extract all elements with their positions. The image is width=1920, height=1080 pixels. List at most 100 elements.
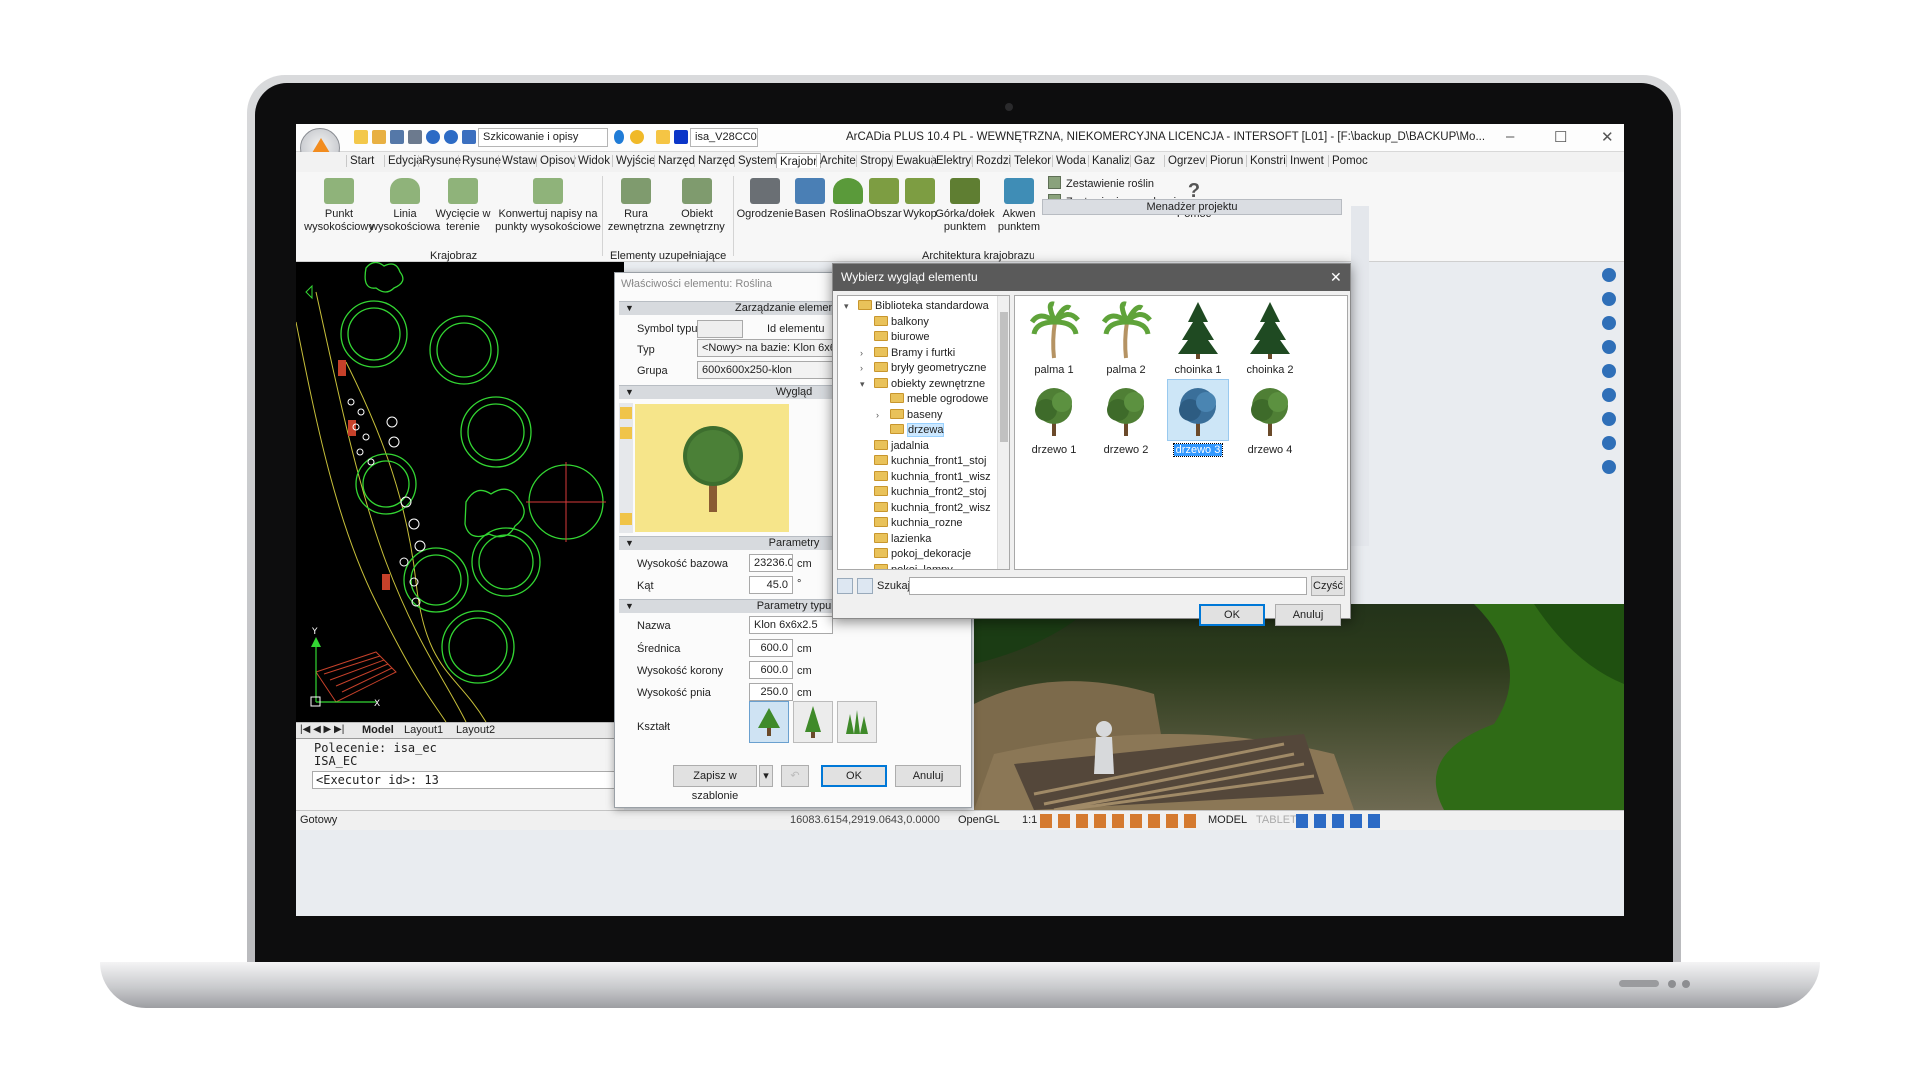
cad-drawing-area[interactable]: Y X bbox=[296, 262, 624, 722]
drafting-toggles[interactable] bbox=[1040, 814, 1200, 828]
clear-button[interactable]: Czyść bbox=[1311, 576, 1345, 596]
redo-icon[interactable] bbox=[444, 130, 458, 144]
gallery-item[interactable]: drzewo 2 bbox=[1091, 380, 1161, 456]
zoom-icon[interactable] bbox=[1602, 436, 1616, 450]
menu-item-21[interactable]: Gaz bbox=[1130, 155, 1158, 167]
shape-conical-option[interactable] bbox=[793, 701, 833, 743]
lock-icon[interactable] bbox=[656, 130, 670, 144]
category-tree[interactable]: ▾ Biblioteka standardowa balkony biurowe › Br… bbox=[837, 295, 1010, 570]
layer-combo[interactable]: isa_V28CC02 bbox=[690, 128, 758, 147]
tree-item[interactable]: bryły geometryczne bbox=[874, 362, 986, 374]
gallery-item[interactable]: palma 2 bbox=[1091, 300, 1161, 376]
zoom-icon[interactable] bbox=[1602, 364, 1616, 378]
tree-tool-icon[interactable] bbox=[857, 578, 873, 594]
search-input[interactable] bbox=[909, 577, 1307, 595]
menu-item-12[interactable]: Krajobr bbox=[776, 153, 822, 168]
save-template-button[interactable]: Zapisz w szablonie bbox=[673, 765, 757, 802]
tree-item[interactable]: biurowe bbox=[874, 331, 930, 343]
open-icon[interactable] bbox=[372, 130, 386, 144]
menu-item-14[interactable]: Stropy bbox=[856, 155, 896, 167]
tree-tool-icon[interactable] bbox=[837, 578, 853, 594]
menu-item-20[interactable]: Kanaliz bbox=[1088, 155, 1133, 167]
paint-icon[interactable] bbox=[620, 513, 632, 525]
workspace-gear-icon[interactable] bbox=[462, 130, 476, 144]
cancel-button[interactable]: Anuluj bbox=[1275, 604, 1341, 626]
tablet-toggle[interactable]: TABLET bbox=[1256, 814, 1297, 826]
zoom-icon[interactable] bbox=[1602, 460, 1616, 474]
gallery-item[interactable]: drzewo 1 bbox=[1019, 380, 1089, 456]
undo-icon[interactable] bbox=[426, 130, 440, 144]
zoom-icon[interactable] bbox=[1602, 292, 1616, 306]
type-field[interactable]: <Nowy> na bazie: Klon 6x6x2.5 bbox=[697, 339, 837, 357]
tree-item[interactable]: pokoj_dekoracje bbox=[874, 548, 971, 560]
gorka-dolek-button[interactable]: Górka/dołek punktem bbox=[934, 178, 996, 234]
menu-item-22[interactable]: Ogrzev bbox=[1164, 155, 1208, 167]
wyciecie-button[interactable]: Wycięcie w terenie bbox=[432, 178, 494, 234]
close-icon[interactable]: ✕ bbox=[1330, 269, 1342, 286]
expand-toggle[interactable]: › bbox=[860, 363, 863, 373]
gallery-item[interactable]: choinka 1 bbox=[1163, 300, 1233, 376]
base-height-input[interactable]: 23236.0 bbox=[749, 554, 793, 572]
tree-scrollbar[interactable] bbox=[997, 296, 1009, 569]
tree-item[interactable]: meble ogrodowe bbox=[890, 393, 988, 405]
gallery-item[interactable]: drzewo 3 bbox=[1163, 379, 1233, 457]
tree-item[interactable]: pokoj_lampy bbox=[874, 563, 953, 569]
tree-item[interactable]: drzewa bbox=[890, 423, 945, 437]
opengl-indicator[interactable]: OpenGL bbox=[958, 814, 1000, 826]
group-field[interactable]: 600x600x250-klon bbox=[697, 361, 837, 379]
tree-item[interactable]: kuchnia_front1_wisz bbox=[874, 470, 991, 483]
tree-item[interactable]: balkony bbox=[874, 315, 929, 328]
ok-button[interactable]: OK bbox=[1199, 604, 1265, 626]
print-icon[interactable] bbox=[408, 130, 422, 144]
close-button[interactable]: ✕ bbox=[1601, 128, 1614, 146]
diameter-input[interactable]: 600.0 bbox=[749, 639, 793, 657]
zoom-icon[interactable] bbox=[1602, 388, 1616, 402]
menu-item-17[interactable]: Rozdzi bbox=[972, 155, 1014, 167]
menu-item-5[interactable]: Wstaw bbox=[498, 155, 540, 167]
menu-item-13[interactable]: Archite bbox=[816, 155, 859, 167]
save-template-dropdown[interactable]: ▾ bbox=[759, 765, 773, 787]
tab-layout2[interactable]: Layout2 bbox=[456, 724, 495, 736]
model-space-toggle[interactable]: MODEL bbox=[1208, 814, 1247, 826]
expand-toggle[interactable]: › bbox=[876, 410, 879, 420]
menu-item-1[interactable]: Start bbox=[346, 155, 377, 167]
tree-item[interactable]: lazienka bbox=[874, 532, 931, 545]
rura-zewnetrzna-button[interactable]: Rura zewnętrzna bbox=[606, 178, 666, 234]
tree-item[interactable]: Bramy i furtki bbox=[874, 346, 955, 359]
punkt-wysokosciowy-button[interactable]: Punkt wysokościowy bbox=[304, 178, 374, 234]
command-input[interactable]: <Executor id>: 13 bbox=[312, 771, 622, 789]
tree-item[interactable]: kuchnia_front1_stoj bbox=[874, 455, 986, 467]
basen-button[interactable]: Basen bbox=[790, 178, 830, 221]
copy-icon[interactable] bbox=[620, 427, 632, 439]
project-manager-header[interactable]: Menadżer projektu bbox=[1042, 199, 1342, 215]
tree-item[interactable]: kuchnia_rozne bbox=[874, 517, 963, 529]
menu-item-8[interactable]: Wyjście bbox=[612, 155, 659, 167]
tab-model[interactable]: Model bbox=[362, 724, 394, 736]
menu-item-9[interactable]: Narzęd bbox=[654, 155, 698, 167]
folder-icon[interactable] bbox=[620, 407, 632, 419]
menu-item-26[interactable]: Pomoc bbox=[1328, 155, 1371, 167]
symbol-field[interactable] bbox=[697, 320, 743, 338]
menu-item-7[interactable]: Widok bbox=[574, 155, 613, 167]
ogrodzenie-button[interactable]: Ogrodzenie bbox=[736, 178, 794, 221]
sun-icon[interactable] bbox=[630, 130, 644, 144]
appearance-gallery[interactable]: palma 1 palma 2 choinka 1 choinka 2 drzewo 1… bbox=[1014, 295, 1348, 570]
tree-item[interactable]: jadalnia bbox=[874, 439, 929, 452]
menu-item-24[interactable]: Konstri bbox=[1246, 155, 1289, 167]
status-tools[interactable] bbox=[1296, 814, 1386, 828]
expand-toggle[interactable]: ▾ bbox=[844, 301, 849, 312]
scale-indicator[interactable]: 1:1 bbox=[1022, 814, 1037, 826]
akwen-button[interactable]: Akwen punktem bbox=[994, 178, 1044, 234]
layer-color-icon[interactable] bbox=[674, 130, 688, 144]
menu-item-6[interactable]: Opisov bbox=[536, 155, 579, 167]
workspace-combo[interactable]: Szkicowanie i opisy bbox=[478, 128, 608, 147]
menu-item-25[interactable]: Inwent bbox=[1286, 155, 1327, 167]
tree-item[interactable]: obiekty zewnętrzne bbox=[874, 377, 985, 390]
tree-item[interactable]: kuchnia_front2_stoj bbox=[874, 486, 986, 498]
tree-item[interactable]: baseny bbox=[890, 408, 942, 421]
menu-item-11[interactable]: System bbox=[734, 155, 779, 167]
zoom-icon[interactable] bbox=[1602, 268, 1616, 282]
minimize-button[interactable]: – bbox=[1506, 128, 1514, 145]
save-icon[interactable] bbox=[390, 130, 404, 144]
trunk-height-input[interactable]: 250.0 bbox=[749, 683, 793, 701]
